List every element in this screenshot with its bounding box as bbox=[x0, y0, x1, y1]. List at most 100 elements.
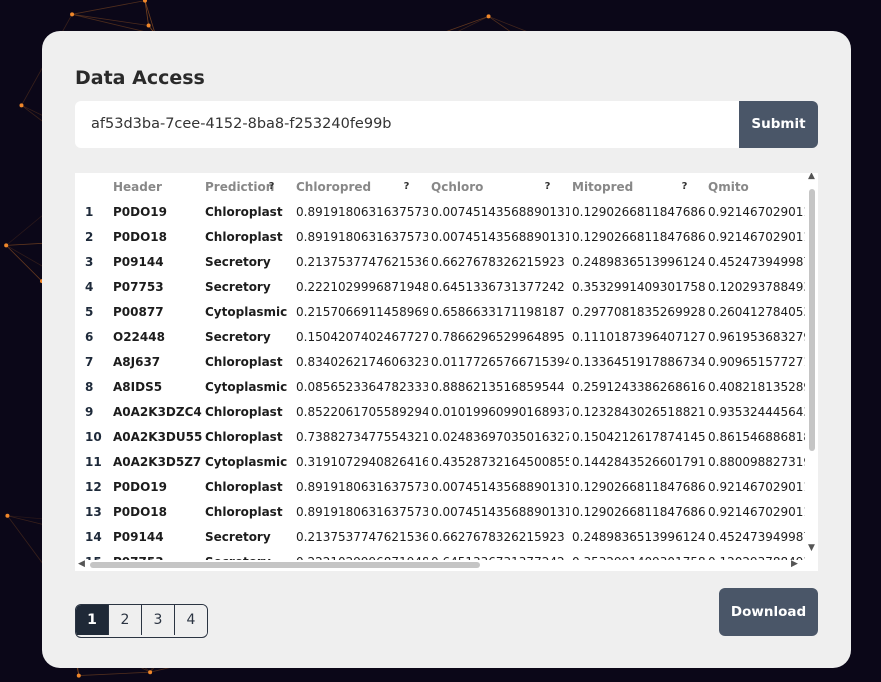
submit-button[interactable]: Submit bbox=[739, 101, 818, 148]
prediction-cell: Cytoplasmic bbox=[205, 455, 288, 469]
row-index: 7 bbox=[85, 355, 94, 369]
header-cell: P0DO19 bbox=[113, 205, 168, 219]
mitopred-cell: 0.24898365139961243 bbox=[572, 530, 705, 544]
page-title: Data Access bbox=[75, 67, 205, 89]
table-row[interactable]: 3 P09144 Secretory 0.21375377476215363 0.662… bbox=[75, 250, 805, 275]
search-input[interactable]: af53d3ba-7cee-4152-8ba8-f253240fe99b bbox=[75, 101, 740, 148]
qchloro-cell: 0.010199609901689378 bbox=[431, 405, 569, 419]
prediction-cell: Chloroplast bbox=[205, 430, 283, 444]
qchloro-cell: 0.6627678326215923 bbox=[431, 530, 565, 544]
page-button-3[interactable]: 3 bbox=[142, 605, 175, 635]
prediction-cell: Secretory bbox=[205, 330, 271, 344]
page-button-2[interactable]: 2 bbox=[109, 605, 142, 635]
row-index: 5 bbox=[85, 305, 94, 319]
results-table: Header Prediction ? Chloropred ? Qchloro… bbox=[75, 173, 818, 571]
qchloro-help-icon[interactable]: ? bbox=[541, 180, 554, 193]
column-header-qchloro[interactable]: Qchloro bbox=[431, 173, 483, 201]
qmito-cell: 0.2604127840533 bbox=[708, 305, 805, 319]
scroll-left-icon[interactable]: ◀ bbox=[78, 559, 85, 569]
download-button[interactable]: Download bbox=[719, 588, 818, 636]
chloropred-cell: 0.8919180631637573 bbox=[296, 230, 428, 244]
row-index: 14 bbox=[85, 530, 102, 544]
vertical-scrollbar[interactable]: ▲ ▼ bbox=[808, 173, 816, 557]
qmito-cell: 0.4082181352898 bbox=[708, 380, 805, 394]
table-row[interactable]: 14 P09144 Secretory 0.21375377476215363 0.66… bbox=[75, 525, 805, 550]
table-row[interactable]: 12 P0DO19 Chloroplast 0.8919180631637573 0.0… bbox=[75, 475, 805, 500]
table-row[interactable]: 1 P0DO19 Chloroplast 0.8919180631637573 0.00… bbox=[75, 200, 805, 225]
page-button-4[interactable]: 4 bbox=[175, 605, 207, 635]
prediction-cell: Chloroplast bbox=[205, 205, 283, 219]
qmito-cell: 0.9214670290119 bbox=[708, 505, 805, 519]
column-header-mitopred[interactable]: Mitopred bbox=[572, 173, 633, 201]
qmito-cell: 0.9619536832793 bbox=[708, 330, 805, 344]
qchloro-cell: 0.43528732164500855 bbox=[431, 455, 569, 469]
header-cell: P00877 bbox=[113, 305, 164, 319]
prediction-cell: Chloroplast bbox=[205, 355, 283, 369]
mitopred-cell: 0.24898365139961243 bbox=[572, 255, 705, 269]
scroll-up-icon[interactable]: ▲ bbox=[808, 173, 815, 181]
header-cell: P0DO19 bbox=[113, 480, 168, 494]
table-row[interactable]: 7 A8J637 Chloroplast 0.8340262174606323 0.01… bbox=[75, 350, 805, 375]
qchloro-cell: 0.6451336731377242 bbox=[431, 280, 565, 294]
mitopred-cell: 0.2591243386268616 bbox=[572, 380, 705, 394]
page-button-1[interactable]: 1 bbox=[76, 605, 109, 635]
chloropred-cell: 0.8919180631637573 bbox=[296, 480, 428, 494]
chloropred-cell: 0.8919180631637573 bbox=[296, 205, 428, 219]
qmito-cell: 0.4524739499873 bbox=[708, 530, 805, 544]
mitopred-cell: 0.12902668118476868 bbox=[572, 480, 705, 494]
column-header-prediction[interactable]: Prediction bbox=[205, 173, 274, 201]
table-row[interactable]: 5 P00877 Cytoplasmic 0.2157066911458969 0.65… bbox=[75, 300, 805, 325]
table-row[interactable]: 4 P07753 Secretory 0.22210299968719482 0.645… bbox=[75, 275, 805, 300]
row-index: 12 bbox=[85, 480, 102, 494]
row-index: 13 bbox=[85, 505, 102, 519]
column-header-chloropred[interactable]: Chloropred bbox=[296, 173, 371, 201]
table-row[interactable]: 2 P0DO18 Chloroplast 0.8919180631637573 0.00… bbox=[75, 225, 805, 250]
prediction-cell: Cytoplasmic bbox=[205, 305, 288, 319]
scroll-down-icon[interactable]: ▼ bbox=[808, 543, 815, 553]
table-row[interactable]: 13 P0DO18 Chloroplast 0.8919180631637573 0.0… bbox=[75, 500, 805, 525]
qmito-cell: 0.9353244456437 bbox=[708, 405, 805, 419]
qchloro-cell: 0.007451435688901317 bbox=[431, 505, 569, 519]
vertical-scroll-thumb[interactable] bbox=[809, 189, 815, 451]
mitopred-cell: 0.12902668118476868 bbox=[572, 505, 705, 519]
header-cell: A0A2K3DZC4 bbox=[113, 405, 202, 419]
mitopred-cell: 0.3532991409301758 bbox=[572, 280, 705, 294]
qmito-cell: 0.8800988273191 bbox=[708, 455, 805, 469]
header-cell: A0A2K3D5Z7 bbox=[113, 455, 202, 469]
table-row[interactable]: 9 A0A2K3DZC4 Chloroplast 0.8522061705589294… bbox=[75, 400, 805, 425]
data-access-card: Data Access af53d3ba-7cee-4152-8ba8-f253… bbox=[42, 31, 851, 668]
column-header-header[interactable]: Header bbox=[113, 173, 162, 201]
table-row[interactable]: 6 O22448 Secretory 0.15042074024677277 0.786… bbox=[75, 325, 805, 350]
qchloro-cell: 0.6627678326215923 bbox=[431, 255, 565, 269]
row-index: 3 bbox=[85, 255, 94, 269]
chloropred-cell: 0.8340262174606323 bbox=[296, 355, 428, 369]
qmito-cell: 0.9214670290119 bbox=[708, 230, 805, 244]
column-header-qmito[interactable]: Qmito bbox=[708, 173, 749, 201]
chloropred-cell: 0.15042074024677277 bbox=[296, 330, 428, 344]
mitopred-cell: 0.2977081835269928 bbox=[572, 305, 705, 319]
prediction-cell: Chloroplast bbox=[205, 405, 283, 419]
mitopred-cell: 0.15042126178741455 bbox=[572, 430, 705, 444]
header-cell: A8J637 bbox=[113, 355, 161, 369]
pagination: 1234 bbox=[75, 604, 208, 638]
prediction-help-icon[interactable]: ? bbox=[265, 180, 278, 193]
prediction-cell: Chloroplast bbox=[205, 480, 283, 494]
header-cell: P09144 bbox=[113, 255, 164, 269]
scroll-right-icon[interactable]: ▶ bbox=[791, 559, 798, 569]
prediction-cell: Secretory bbox=[205, 255, 271, 269]
horizontal-scrollbar[interactable]: ◀ ▶ bbox=[75, 559, 805, 571]
qchloro-cell: 0.02483697035016327 bbox=[431, 430, 569, 444]
row-index: 6 bbox=[85, 330, 94, 344]
mitopred-cell: 0.12328430265188217 bbox=[572, 405, 705, 419]
table-row[interactable]: 8 A8IDS5 Cytoplasmic 0.08565233647823334 0.8… bbox=[75, 375, 805, 400]
qchloro-cell: 0.7866296529964895 bbox=[431, 330, 565, 344]
horizontal-scroll-thumb[interactable] bbox=[90, 562, 480, 568]
header-cell: P0DO18 bbox=[113, 230, 168, 244]
table-row[interactable]: 11 A0A2K3D5Z7 Cytoplasmic 0.319107294082641… bbox=[75, 450, 805, 475]
qchloro-cell: 0.8886213516859544 bbox=[431, 380, 565, 394]
prediction-cell: Cytoplasmic bbox=[205, 380, 288, 394]
chloropred-help-icon[interactable]: ? bbox=[400, 180, 413, 193]
mitopred-help-icon[interactable]: ? bbox=[678, 180, 691, 193]
table-row[interactable]: 10 A0A2K3DU55 Chloroplast 0.738827347755432… bbox=[75, 425, 805, 450]
qchloro-cell: 0.6586633171198187 bbox=[431, 305, 565, 319]
